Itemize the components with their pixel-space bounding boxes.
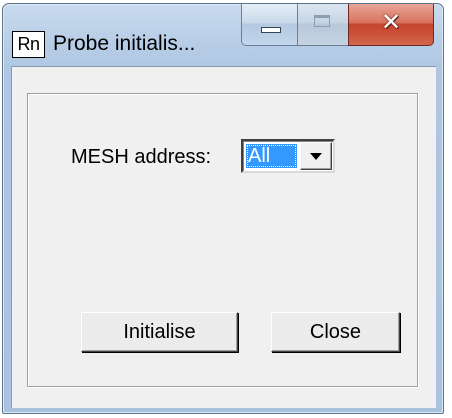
- mesh-address-label: MESH address:: [71, 146, 212, 168]
- initialise-button[interactable]: Initialise: [81, 312, 238, 352]
- maximize-button[interactable]: [297, 4, 348, 46]
- app-icon[interactable]: Rn: [12, 31, 45, 58]
- minimize-button[interactable]: [241, 4, 297, 46]
- close-icon: ✕: [380, 8, 402, 36]
- maximize-icon: [314, 15, 330, 27]
- close-button[interactable]: Close: [271, 312, 400, 352]
- window-title: Probe initialis...: [53, 32, 196, 55]
- minimize-icon: [261, 27, 281, 33]
- dropdown-button[interactable]: [300, 142, 332, 170]
- close-window-button[interactable]: ✕: [348, 4, 434, 46]
- mesh-address-value[interactable]: All: [246, 144, 297, 168]
- dialog-window: Rn Probe initialis... ✕ MESH address: Al…: [2, 3, 444, 414]
- chevron-down-icon: [310, 153, 322, 160]
- mesh-address-select[interactable]: All: [241, 139, 335, 173]
- dialog-client-area: [11, 66, 436, 408]
